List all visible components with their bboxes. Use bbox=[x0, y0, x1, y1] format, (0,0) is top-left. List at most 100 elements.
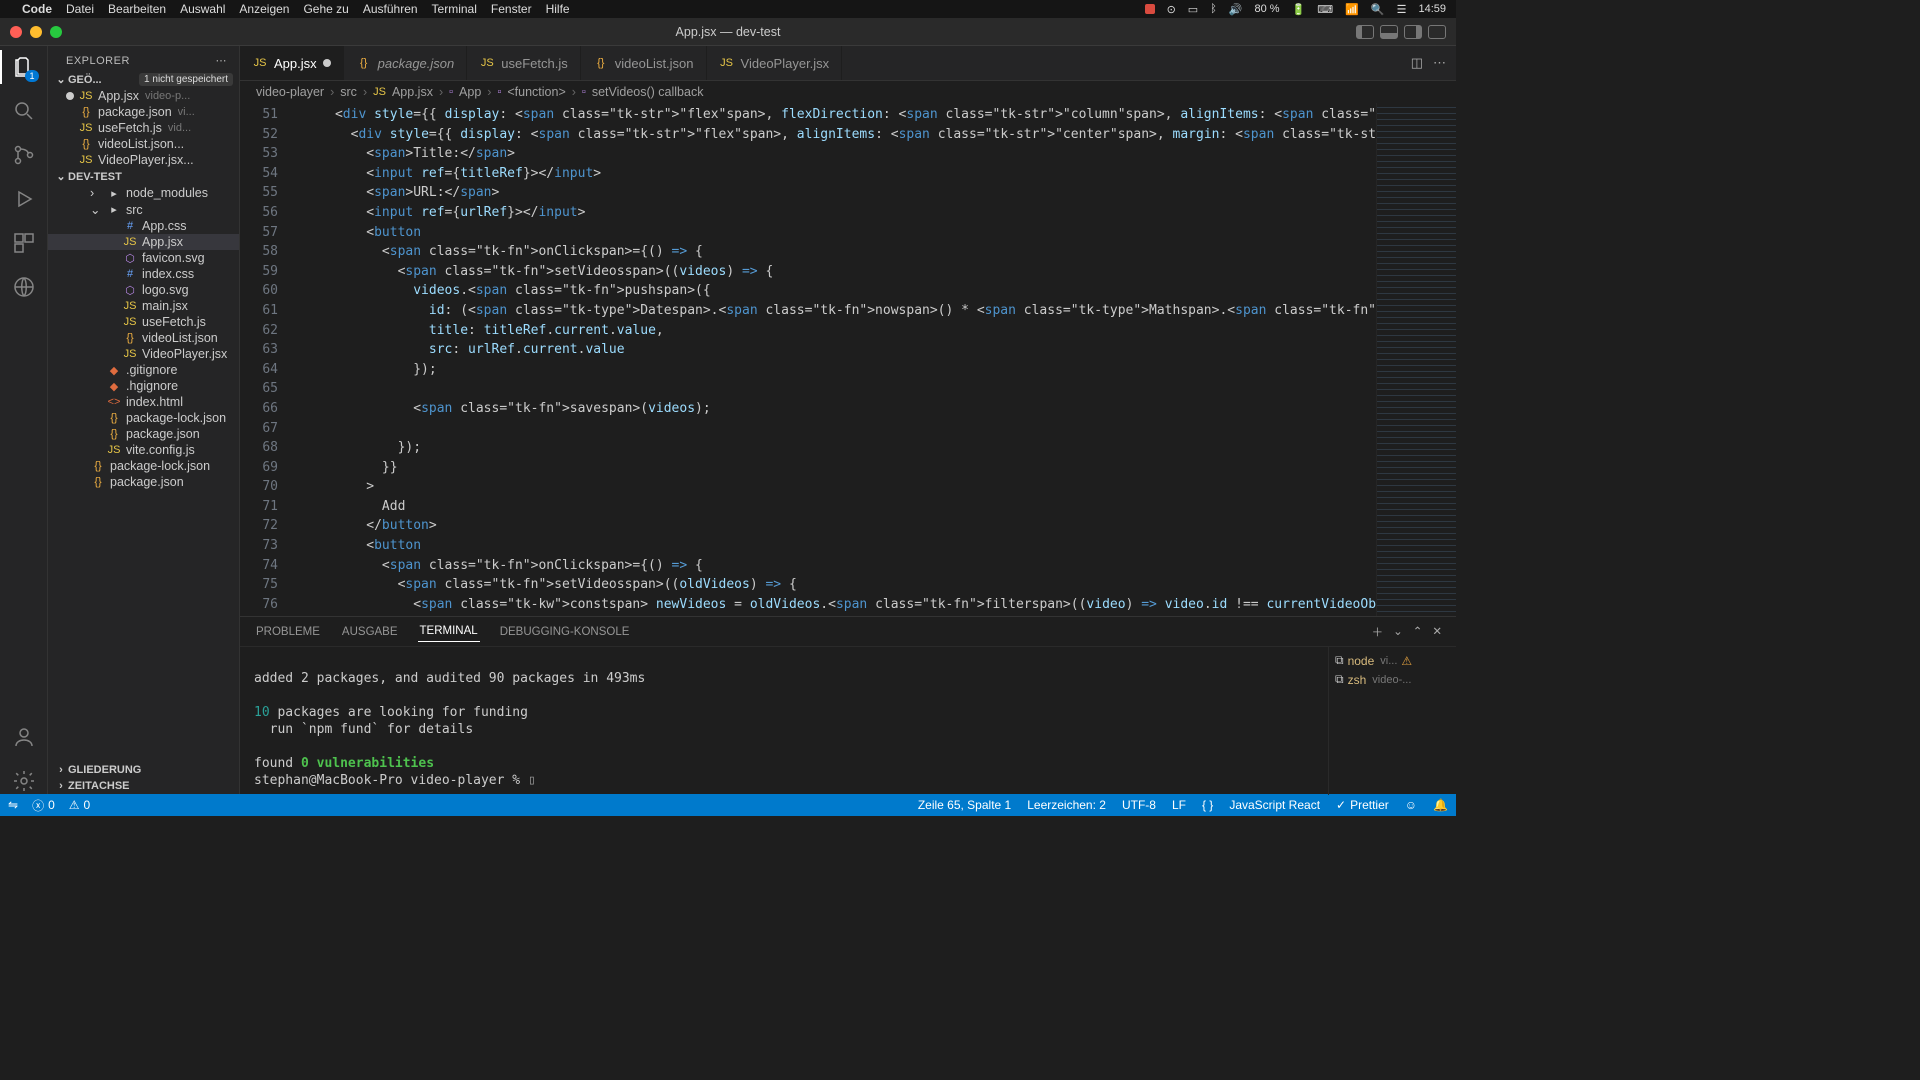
status-icon[interactable]: ⊙ bbox=[1167, 3, 1176, 16]
outline-header[interactable]: › GLIEDERUNG bbox=[48, 762, 239, 778]
minimap[interactable] bbox=[1376, 103, 1456, 616]
errors-item[interactable]: ⓧ 0 bbox=[32, 797, 55, 814]
tree-item[interactable]: JSmain.jsx bbox=[48, 298, 239, 314]
toggle-secondary-icon[interactable] bbox=[1404, 25, 1422, 39]
eol[interactable]: LF bbox=[1172, 798, 1186, 812]
menu-selection[interactable]: Auswahl bbox=[180, 2, 225, 16]
tree-item[interactable]: ›▸node_modules bbox=[48, 185, 239, 201]
open-editor-item[interactable]: {}videoList.json... bbox=[48, 136, 239, 152]
editor-tab[interactable]: JSVideoPlayer.jsx bbox=[707, 46, 843, 80]
warnings-item[interactable]: ⚠ 0 bbox=[69, 798, 90, 812]
extensions-icon[interactable] bbox=[11, 230, 37, 256]
panel-tab[interactable]: AUSGABE bbox=[340, 622, 400, 642]
terminal-output[interactable]: added 2 packages, and audited 90 package… bbox=[240, 647, 1328, 795]
more-actions-icon[interactable]: ⋯ bbox=[1433, 55, 1446, 71]
tree-item[interactable]: ⬡logo.svg bbox=[48, 282, 239, 298]
breadcrumb-item[interactable]: src bbox=[340, 85, 357, 99]
tree-item[interactable]: <>index.html bbox=[48, 394, 239, 410]
menu-edit[interactable]: Bearbeiten bbox=[108, 2, 166, 16]
split-editor-icon[interactable]: ◫ bbox=[1411, 55, 1423, 71]
breadcrumb-item[interactable]: setVideos() callback bbox=[592, 85, 704, 99]
tree-item[interactable]: {}package-lock.json bbox=[48, 458, 239, 474]
tree-item[interactable]: #App.css bbox=[48, 218, 239, 234]
explorer-icon[interactable]: 1 bbox=[11, 54, 37, 80]
tree-item[interactable]: JSVideoPlayer.jsx bbox=[48, 346, 239, 362]
breadcrumb-item[interactable]: <function> bbox=[507, 85, 565, 99]
toggle-panel-icon[interactable] bbox=[1380, 25, 1398, 39]
terminal-list-item[interactable]: ⧉nodevi...⚠ bbox=[1335, 651, 1450, 670]
panel-tab[interactable]: TERMINAL bbox=[418, 621, 480, 642]
menu-terminal[interactable]: Terminal bbox=[432, 2, 477, 16]
tree-item[interactable]: #index.css bbox=[48, 266, 239, 282]
tree-item[interactable]: {}package.json bbox=[48, 426, 239, 442]
tree-item[interactable]: ⬡favicon.svg bbox=[48, 250, 239, 266]
open-editor-item[interactable]: JSVideoPlayer.jsx... bbox=[48, 152, 239, 168]
breadcrumb-item[interactable]: video-player bbox=[256, 85, 324, 99]
keyboard-icon[interactable]: ⌨ bbox=[1317, 3, 1333, 16]
screen-icon[interactable]: ▭ bbox=[1188, 3, 1198, 16]
prettier-status[interactable]: ✓ Prettier bbox=[1336, 798, 1389, 812]
editor-tab[interactable]: {}videoList.json bbox=[581, 46, 707, 80]
settings-gear-icon[interactable] bbox=[11, 768, 37, 794]
window-minimize-icon[interactable] bbox=[30, 26, 42, 38]
indentation[interactable]: Leerzeichen: 2 bbox=[1027, 798, 1106, 812]
editor-tab[interactable]: JSApp.jsx bbox=[240, 46, 344, 80]
open-editor-item[interactable]: {}package.jsonvi... bbox=[48, 104, 239, 120]
sidebar-more-icon[interactable]: ⋯ bbox=[216, 54, 228, 67]
terminal-list-item[interactable]: ⧉zshvideo-... bbox=[1335, 670, 1450, 689]
tree-item[interactable]: JSuseFetch.js bbox=[48, 314, 239, 330]
battery-icon[interactable]: 🔋 bbox=[1292, 3, 1306, 16]
open-editors-header[interactable]: ⌄ GEÖ... 1 nicht gespeichert bbox=[48, 71, 239, 88]
customize-layout-icon[interactable] bbox=[1428, 25, 1446, 39]
timeline-header[interactable]: › ZEITACHSE bbox=[48, 778, 239, 794]
menu-app[interactable]: Code bbox=[22, 2, 52, 16]
feedback-icon[interactable]: ☺ bbox=[1405, 798, 1417, 812]
window-close-icon[interactable] bbox=[10, 26, 22, 38]
maximize-panel-icon[interactable]: ⌃ bbox=[1413, 624, 1423, 640]
tree-item[interactable]: {}package.json bbox=[48, 474, 239, 490]
new-terminal-icon[interactable]: ＋ bbox=[1372, 624, 1384, 640]
tree-item[interactable]: ⌄▸src bbox=[48, 201, 239, 218]
window-zoom-icon[interactable] bbox=[50, 26, 62, 38]
bluetooth-icon[interactable]: ᛒ bbox=[1210, 3, 1217, 15]
control-center-icon[interactable]: ☰ bbox=[1397, 3, 1407, 16]
tree-item[interactable]: {}videoList.json bbox=[48, 330, 239, 346]
lang-icon[interactable]: { } bbox=[1202, 798, 1213, 812]
source-control-icon[interactable] bbox=[11, 142, 37, 168]
search-view-icon[interactable] bbox=[11, 98, 37, 124]
panel-tab[interactable]: DEBUGGING-KONSOLE bbox=[498, 622, 632, 642]
code-editor[interactable]: <div style={{ display: <span class="tk-s… bbox=[288, 103, 1376, 616]
open-editor-item[interactable]: JSuseFetch.jsvid... bbox=[48, 120, 239, 136]
recording-icon[interactable] bbox=[1145, 4, 1155, 14]
volume-icon[interactable]: 🔊 bbox=[1229, 3, 1243, 16]
language-mode[interactable]: JavaScript React bbox=[1229, 798, 1320, 812]
breadcrumbs[interactable]: video-player›src›JSApp.jsx›▫App›▫<functi… bbox=[240, 81, 1456, 103]
run-debug-icon[interactable] bbox=[11, 186, 37, 212]
tree-item[interactable]: JSApp.jsx bbox=[48, 234, 239, 250]
breadcrumb-item[interactable]: App.jsx bbox=[392, 85, 433, 99]
tree-item[interactable]: JSvite.config.js bbox=[48, 442, 239, 458]
project-header[interactable]: ⌄ DEV-TEST bbox=[48, 168, 239, 185]
toggle-sidebar-icon[interactable] bbox=[1356, 25, 1374, 39]
menu-run[interactable]: Ausführen bbox=[363, 2, 418, 16]
search-icon[interactable]: 🔍 bbox=[1371, 3, 1385, 16]
menu-window[interactable]: Fenster bbox=[491, 2, 532, 16]
bell-icon[interactable]: 🔔 bbox=[1433, 798, 1448, 812]
encoding[interactable]: UTF-8 bbox=[1122, 798, 1156, 812]
tree-item[interactable]: ◆.hgignore bbox=[48, 378, 239, 394]
menu-help[interactable]: Hilfe bbox=[546, 2, 570, 16]
tree-item[interactable]: ◆.gitignore bbox=[48, 362, 239, 378]
open-editor-item[interactable]: JSApp.jsxvideo-p... bbox=[48, 88, 239, 104]
clock[interactable]: 14:59 bbox=[1418, 3, 1446, 15]
terminal-dropdown-icon[interactable]: ⌄ bbox=[1393, 624, 1403, 640]
wifi-icon[interactable]: 📶 bbox=[1345, 3, 1359, 16]
cursor-position[interactable]: Zeile 65, Spalte 1 bbox=[918, 798, 1011, 812]
editor-tab[interactable]: {}package.json bbox=[344, 46, 468, 80]
editor-tab[interactable]: JSuseFetch.js bbox=[467, 46, 580, 80]
tree-item[interactable]: {}package-lock.json bbox=[48, 410, 239, 426]
accounts-icon[interactable] bbox=[11, 724, 37, 750]
menu-file[interactable]: Datei bbox=[66, 2, 94, 16]
breadcrumb-item[interactable]: App bbox=[459, 85, 481, 99]
close-panel-icon[interactable]: ✕ bbox=[1432, 624, 1442, 640]
panel-tab[interactable]: PROBLEME bbox=[254, 622, 322, 642]
